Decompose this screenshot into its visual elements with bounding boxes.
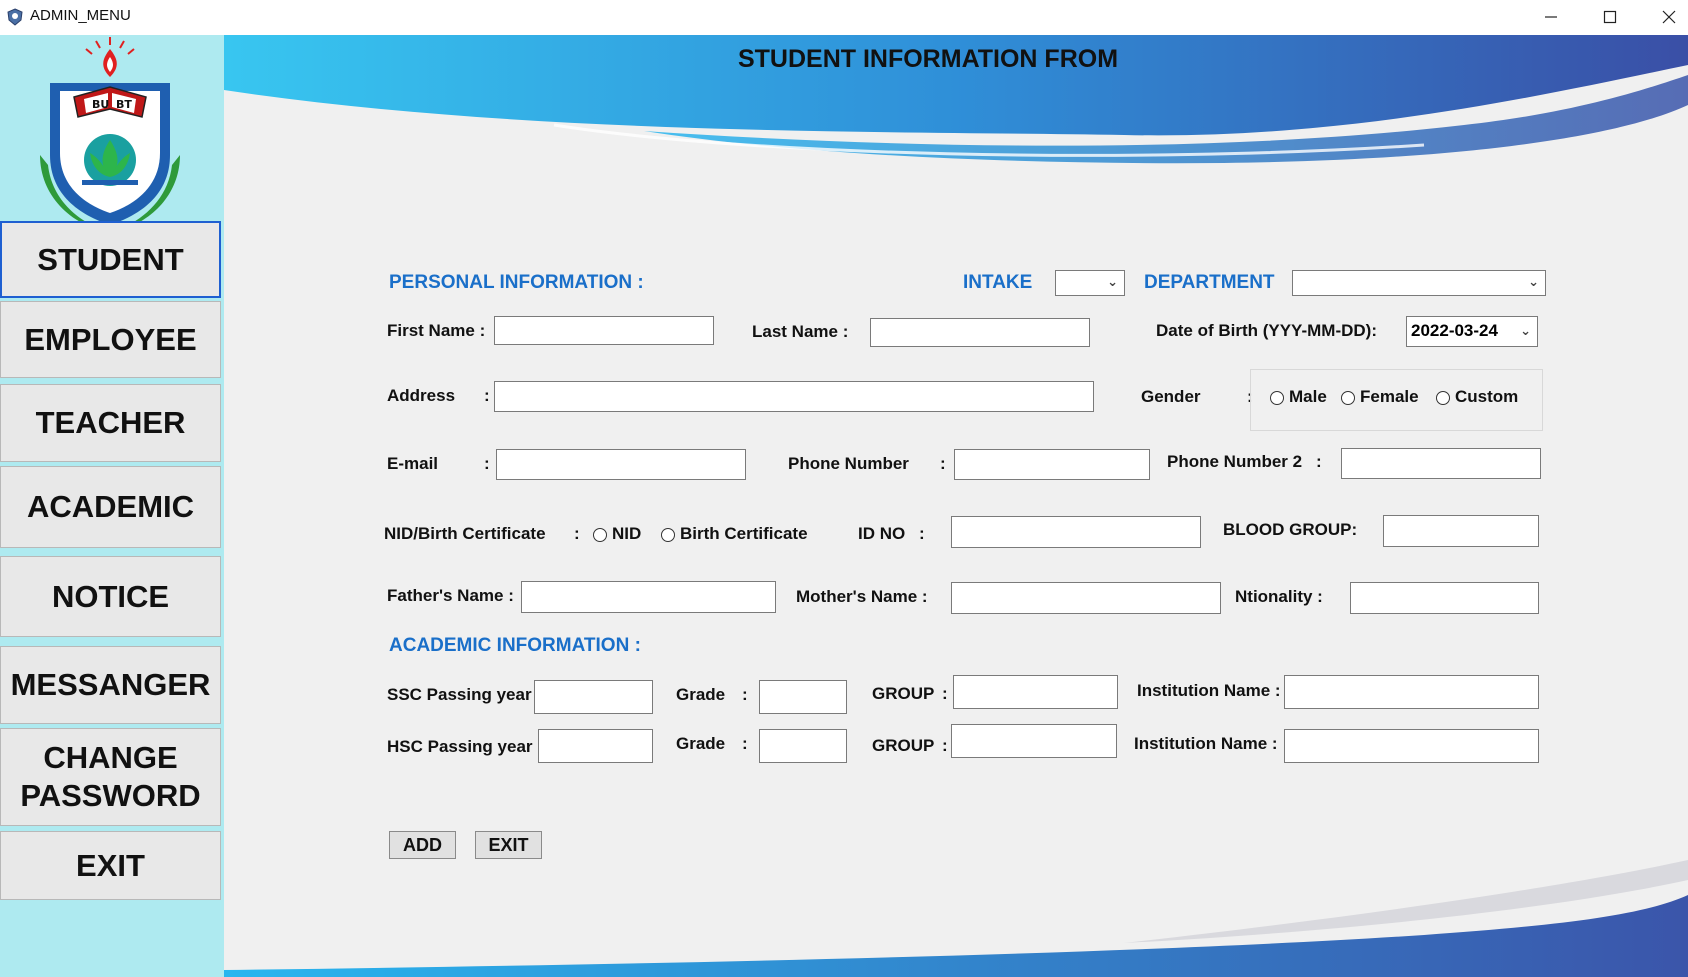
nav-employee-button[interactable]: EMPLOYEE	[0, 301, 221, 378]
birth-certificate-radio[interactable]: Birth Certificate	[661, 524, 808, 544]
ssc-group-colon: :	[942, 684, 948, 703]
hsc-institution-label: Institution Name :	[1134, 734, 1278, 753]
hsc-group-colon: :	[942, 736, 948, 755]
last-name-label: Last Name :	[752, 322, 849, 341]
idno-label: ID NO	[858, 524, 906, 543]
nav-academic-button[interactable]: ACADEMIC	[0, 466, 221, 548]
ssc-year-input[interactable]	[534, 680, 653, 714]
bubt-logo: BU BT	[40, 37, 180, 233]
ssc-grade-input[interactable]	[759, 680, 847, 714]
idno-input[interactable]	[951, 516, 1201, 548]
gender-female-label: Female	[1360, 387, 1419, 406]
blood-group-input[interactable]	[1383, 515, 1539, 547]
gender-male-label: Male	[1289, 387, 1327, 406]
radio-icon	[593, 527, 607, 542]
nav-teacher-button[interactable]: TEACHER	[0, 384, 221, 462]
hsc-group-label: GROUP	[872, 736, 935, 755]
mother-name-label: Mother's Name :	[796, 587, 928, 606]
nav-messanger-button[interactable]: MESSANGER	[0, 646, 221, 724]
sidebar: BU BT STUDENT EMPLOYEE TEACHER ACADEMIC …	[0, 35, 224, 977]
gender-female-radio[interactable]: Female	[1341, 387, 1419, 407]
radio-icon	[1270, 390, 1284, 405]
radio-icon	[1436, 390, 1450, 405]
close-icon[interactable]	[1640, 0, 1688, 33]
address-colon: :	[484, 386, 490, 405]
hsc-group-input[interactable]	[951, 724, 1117, 758]
intake-label: INTAKE	[963, 272, 1033, 293]
intake-select[interactable]: ⌄	[1055, 270, 1125, 296]
ssc-grade-colon: :	[742, 685, 748, 704]
first-name-input[interactable]	[494, 316, 714, 345]
birth-certificate-option-label: Birth Certificate	[680, 524, 808, 543]
title-bar: ADMIN_MENU	[0, 0, 1688, 35]
nid-colon: :	[574, 524, 580, 543]
nav-exit-button[interactable]: EXIT	[0, 831, 221, 900]
department-select[interactable]: ⌄	[1292, 270, 1546, 296]
exit-button[interactable]: EXIT	[475, 831, 542, 859]
hsc-grade-label: Grade	[676, 734, 726, 753]
nav-change-password-button[interactable]: CHANGE PASSWORD	[0, 728, 221, 826]
dob-value: 2022-03-24	[1411, 321, 1498, 340]
nationality-input[interactable]	[1350, 582, 1539, 614]
personal-info-heading: PERSONAL INFORMATION :	[389, 272, 644, 293]
svg-text:BT: BT	[116, 98, 132, 111]
nid-radio[interactable]: NID	[593, 524, 641, 544]
nid-option-label: NID	[612, 524, 642, 543]
father-name-label: Father's Name :	[387, 586, 514, 605]
mother-name-input[interactable]	[951, 582, 1221, 614]
chevron-down-icon: ⌄	[1107, 274, 1118, 289]
email-colon: :	[484, 454, 490, 473]
ssc-institution-input[interactable]	[1284, 675, 1539, 709]
minimize-icon[interactable]	[1522, 0, 1580, 33]
hsc-institution-input[interactable]	[1284, 729, 1539, 763]
dob-date-picker[interactable]: 2022-03-24 ⌄	[1406, 316, 1538, 347]
department-label: DEPARTMENT	[1144, 272, 1275, 293]
gender-custom-radio[interactable]: Custom	[1436, 387, 1518, 407]
nav-student-button[interactable]: STUDENT	[0, 221, 221, 298]
nid-label: NID/Birth Certificate	[384, 524, 546, 543]
phone2-label: Phone Number 2	[1167, 452, 1303, 471]
dob-label: Date of Birth (YYY-MM-DD):	[1156, 321, 1377, 340]
email-label: E-mail	[387, 454, 439, 473]
address-input[interactable]	[494, 381, 1094, 412]
phone-label: Phone Number	[788, 454, 909, 473]
gender-male-radio[interactable]: Male	[1270, 387, 1327, 407]
chevron-down-icon: ⌄	[1528, 274, 1539, 289]
hsc-grade-colon: :	[742, 734, 748, 753]
academic-info-heading: ACADEMIC INFORMATION :	[389, 635, 641, 656]
hsc-grade-input[interactable]	[759, 729, 847, 763]
father-name-input[interactable]	[521, 581, 776, 613]
radio-icon	[1341, 390, 1355, 405]
phone2-input[interactable]	[1341, 448, 1541, 479]
nav-notice-button[interactable]: NOTICE	[0, 556, 221, 637]
email-input[interactable]	[496, 449, 746, 480]
last-name-input[interactable]	[870, 318, 1090, 347]
blood-group-label: BLOOD GROUP:	[1223, 520, 1358, 539]
gender-label: Gender	[1141, 387, 1201, 406]
hsc-year-input[interactable]	[538, 729, 653, 763]
page-title: STUDENT INFORMATION FROM	[737, 45, 1119, 73]
ssc-group-input[interactable]	[953, 675, 1118, 709]
ssc-group-label: GROUP	[872, 684, 935, 703]
address-label: Address	[387, 386, 456, 405]
maximize-icon[interactable]	[1581, 0, 1639, 33]
add-button[interactable]: ADD	[389, 831, 456, 859]
window-title: ADMIN_MENU	[30, 7, 131, 24]
chevron-down-icon: ⌄	[1520, 323, 1531, 338]
phone-colon: :	[940, 454, 946, 473]
hsc-label: HSC Passing year	[387, 737, 533, 756]
phone-input[interactable]	[954, 449, 1150, 480]
first-name-label: First Name :	[387, 321, 486, 340]
phone2-colon: :	[1316, 452, 1322, 471]
ssc-institution-label: Institution Name :	[1137, 681, 1281, 700]
svg-text:BU: BU	[92, 98, 109, 111]
radio-icon	[661, 527, 675, 542]
ssc-label: SSC Passing year	[387, 685, 532, 704]
ssc-grade-label: Grade	[676, 685, 726, 704]
nationality-label: Ntionality :	[1235, 587, 1323, 606]
idno-colon: :	[919, 524, 925, 543]
gender-custom-label: Custom	[1455, 387, 1519, 406]
app-icon	[7, 8, 23, 26]
